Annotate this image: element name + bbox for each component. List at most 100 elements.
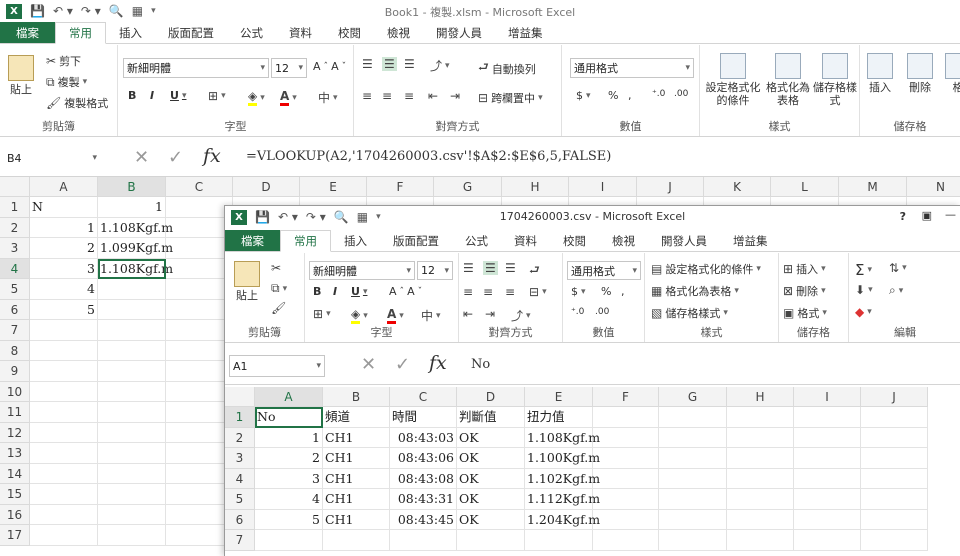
cell-d2[interactable]: OK — [457, 427, 525, 448]
customize-qat-icon[interactable]: ▾ — [151, 6, 156, 16]
name-box[interactable]: A1 ▾ — [229, 355, 325, 377]
cell-d1[interactable]: 判斷值 — [457, 407, 525, 428]
cell[interactable] — [166, 299, 233, 320]
cell[interactable] — [98, 422, 166, 443]
format-painter-button[interactable]: 🖌 複製格式 — [46, 95, 108, 111]
cell-g4[interactable] — [659, 468, 727, 489]
cell-g6[interactable] — [659, 509, 727, 530]
font-size-select[interactable]: 12 ▾ — [271, 58, 307, 78]
cell-e6[interactable]: 1.204Kgf.m — [525, 509, 600, 530]
cell-e7[interactable] — [525, 530, 593, 551]
row-header-8[interactable]: 8 — [0, 340, 30, 361]
cell-a2[interactable]: 1 — [255, 427, 323, 448]
column-header-L[interactable]: L — [771, 177, 839, 197]
decrease-indent-button[interactable]: ⇤ — [463, 307, 473, 321]
cell-g3[interactable] — [659, 448, 727, 469]
conditional-formatting-button[interactable]: ▤ 設定格式化的條件 ▾ — [651, 261, 761, 277]
column-header-I[interactable]: I — [569, 177, 637, 197]
decrease-decimal-button[interactable]: .00 — [595, 307, 609, 317]
row-header-3[interactable]: 3 — [0, 238, 30, 259]
insert-cells-button[interactable]: 插入 — [862, 53, 898, 94]
name-box[interactable]: B4 ▾ — [4, 147, 100, 169]
cell[interactable] — [166, 340, 233, 361]
autosum-button[interactable]: Σ ▾ — [855, 261, 872, 279]
row-header-6[interactable]: 6 — [225, 509, 255, 530]
comma-button[interactable]: , — [628, 89, 632, 102]
italic-button[interactable]: I — [333, 285, 337, 298]
cell-i1[interactable] — [794, 407, 861, 428]
align-middle-button[interactable]: ☰ — [382, 57, 397, 71]
cell[interactable] — [166, 320, 233, 341]
cell[interactable] — [98, 361, 166, 382]
cell-f5[interactable] — [593, 489, 659, 510]
cell-e3[interactable]: 1.100Kgf.m — [525, 448, 600, 469]
paste-button[interactable]: 貼上 — [231, 261, 263, 302]
cell[interactable] — [30, 361, 98, 382]
cell-b2[interactable]: 1.108Kgf.m — [98, 217, 173, 238]
column-header-B[interactable]: B — [98, 177, 166, 197]
comma-button[interactable]: , — [621, 285, 625, 298]
cell-c3[interactable]: 08:43:06 — [390, 448, 457, 469]
undo-icon[interactable]: ↶ ▾ — [278, 210, 298, 224]
cell-a7[interactable] — [255, 530, 323, 551]
cancel-icon[interactable]: ✕ — [134, 147, 149, 168]
phonetic-button[interactable]: 中 ▾ — [318, 89, 338, 106]
cell-j5[interactable] — [861, 489, 928, 510]
cut-button[interactable]: ✂ — [271, 261, 281, 275]
cell-a1[interactable]: No — [255, 407, 323, 428]
row-header-13[interactable]: 13 — [0, 443, 30, 464]
row-header-6[interactable]: 6 — [0, 299, 30, 320]
insert-function-icon[interactable]: fx — [203, 145, 221, 167]
align-bottom-button[interactable]: ☰ — [404, 57, 415, 71]
orientation-button[interactable]: ⤴ ▾ — [511, 307, 531, 324]
format-as-table-button[interactable]: 格式化為表格 — [764, 53, 812, 107]
tab-formulas[interactable]: 公式 — [227, 22, 276, 43]
tab-data[interactable]: 資料 — [276, 22, 325, 43]
cell-b5[interactable] — [98, 279, 166, 300]
cell-c4[interactable]: 08:43:08 — [390, 468, 457, 489]
column-header-N[interactable]: N — [907, 177, 960, 197]
cell-b6[interactable]: CH1 — [323, 509, 390, 530]
cell[interactable] — [30, 402, 98, 423]
cell-c1[interactable]: 時間 — [390, 407, 457, 428]
row-header-7[interactable]: 7 — [225, 530, 255, 551]
orientation-button[interactable]: ⤴ ▾ — [430, 57, 450, 74]
borders-button[interactable]: ⊞ ▾ — [313, 307, 331, 321]
column-header-M[interactable]: M — [839, 177, 907, 197]
cell-j1[interactable] — [861, 407, 928, 428]
currency-button[interactable]: $ ▾ — [571, 285, 586, 298]
row-header-4[interactable]: 4 — [225, 468, 255, 489]
row-header-17[interactable]: 17 — [0, 525, 30, 546]
row-header-12[interactable]: 12 — [0, 422, 30, 443]
align-center-button[interactable]: ≡ — [483, 285, 493, 299]
cell[interactable] — [166, 279, 233, 300]
tab-developer[interactable]: 開發人員 — [648, 230, 720, 251]
cell-j4[interactable] — [861, 468, 928, 489]
copy-button[interactable]: ⧉ 複製 ▾ — [46, 74, 87, 90]
cell[interactable] — [98, 320, 166, 341]
align-left-button[interactable]: ≡ — [362, 89, 372, 103]
row-header-2[interactable]: 2 — [0, 217, 30, 238]
tab-view[interactable]: 檢視 — [374, 22, 423, 43]
cancel-icon[interactable]: ✕ — [361, 354, 376, 375]
cell[interactable] — [166, 402, 233, 423]
cell-b2[interactable]: CH1 — [323, 427, 390, 448]
form-icon[interactable]: ▦ — [357, 210, 368, 224]
format-cells-button[interactable]: 格 — [940, 53, 960, 94]
cell-a4[interactable]: 3 — [255, 468, 323, 489]
tab-page-layout[interactable]: 版面配置 — [155, 22, 227, 43]
cell[interactable] — [30, 320, 98, 341]
cell-c7[interactable] — [390, 530, 457, 551]
decrease-indent-button[interactable]: ⇤ — [428, 89, 438, 103]
ribbon-display-icon[interactable]: ▣ — [922, 209, 932, 222]
row-header-14[interactable]: 14 — [0, 463, 30, 484]
italic-button[interactable]: I — [150, 89, 154, 102]
cell-e4[interactable]: 1.102Kgf.m — [525, 468, 600, 489]
copy-button[interactable]: ⧉ ▾ — [271, 281, 287, 296]
cell[interactable] — [30, 381, 98, 402]
cell[interactable] — [166, 258, 233, 279]
column-header-C[interactable]: C — [390, 387, 457, 407]
row-header-11[interactable]: 11 — [0, 402, 30, 423]
cell-h2[interactable] — [727, 427, 794, 448]
cell-h7[interactable] — [727, 530, 794, 551]
